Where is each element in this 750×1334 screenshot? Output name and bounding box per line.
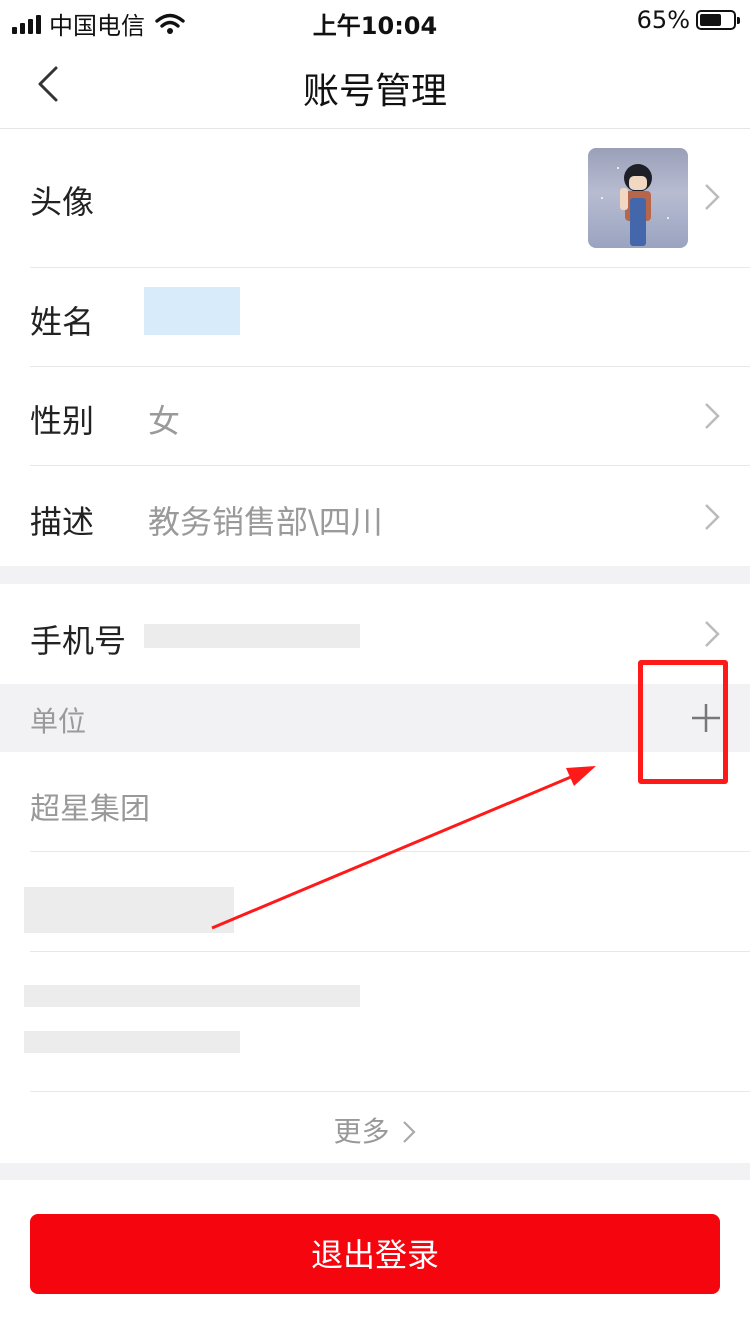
unit-list: 超星集团 更多 — [0, 752, 750, 1163]
gender-label: 性别 — [30, 402, 95, 440]
phone-value-redacted — [144, 624, 360, 648]
battery-percent: 65% — [636, 6, 690, 34]
description-row[interactable]: 描述 教务销售部\四川 — [30, 465, 750, 566]
annotation-highlight-box — [638, 660, 728, 784]
chevron-right-icon — [704, 620, 720, 648]
unit-detail-redacted — [24, 1031, 240, 1053]
page-title: 账号管理 — [302, 71, 447, 112]
name-value-redacted — [144, 287, 240, 335]
avatar-illustration — [601, 164, 669, 246]
status-bar: 中国电信 上午10:04 65% — [0, 0, 750, 42]
battery: 65% — [636, 6, 740, 34]
profile-section: 头像 姓名 性别 女 描述 教务销售部\四川 — [0, 129, 750, 566]
name-row[interactable]: 姓名 — [30, 267, 750, 367]
chevron-right-icon — [403, 1121, 417, 1143]
unit-name-redacted — [24, 985, 360, 1007]
description-label: 描述 — [30, 503, 95, 541]
battery-icon — [696, 10, 740, 30]
chevron-right-icon — [704, 402, 720, 430]
unit-header-label: 单位 — [30, 705, 87, 738]
avatar-row[interactable]: 头像 — [30, 129, 750, 268]
description-value: 教务销售部\四川 — [148, 503, 383, 541]
gender-value: 女 — [148, 402, 181, 440]
unit-name-redacted — [24, 887, 234, 933]
nav-bar: 账号管理 — [0, 42, 750, 129]
more-button[interactable]: 更多 — [0, 1110, 750, 1150]
chevron-right-icon — [704, 503, 720, 531]
list-item[interactable] — [24, 951, 750, 1092]
logout-button[interactable]: 退出登录 — [30, 1214, 720, 1294]
phone-label: 手机号 — [30, 622, 127, 660]
name-label: 姓名 — [30, 303, 95, 341]
unit-name: 超星集团 — [30, 792, 150, 827]
avatar-label: 头像 — [30, 183, 95, 221]
list-item[interactable] — [24, 851, 750, 952]
chevron-right-icon — [704, 183, 720, 211]
gender-row[interactable]: 性别 女 — [30, 366, 750, 466]
more-label: 更多 — [333, 1115, 390, 1148]
avatar[interactable] — [588, 148, 688, 248]
